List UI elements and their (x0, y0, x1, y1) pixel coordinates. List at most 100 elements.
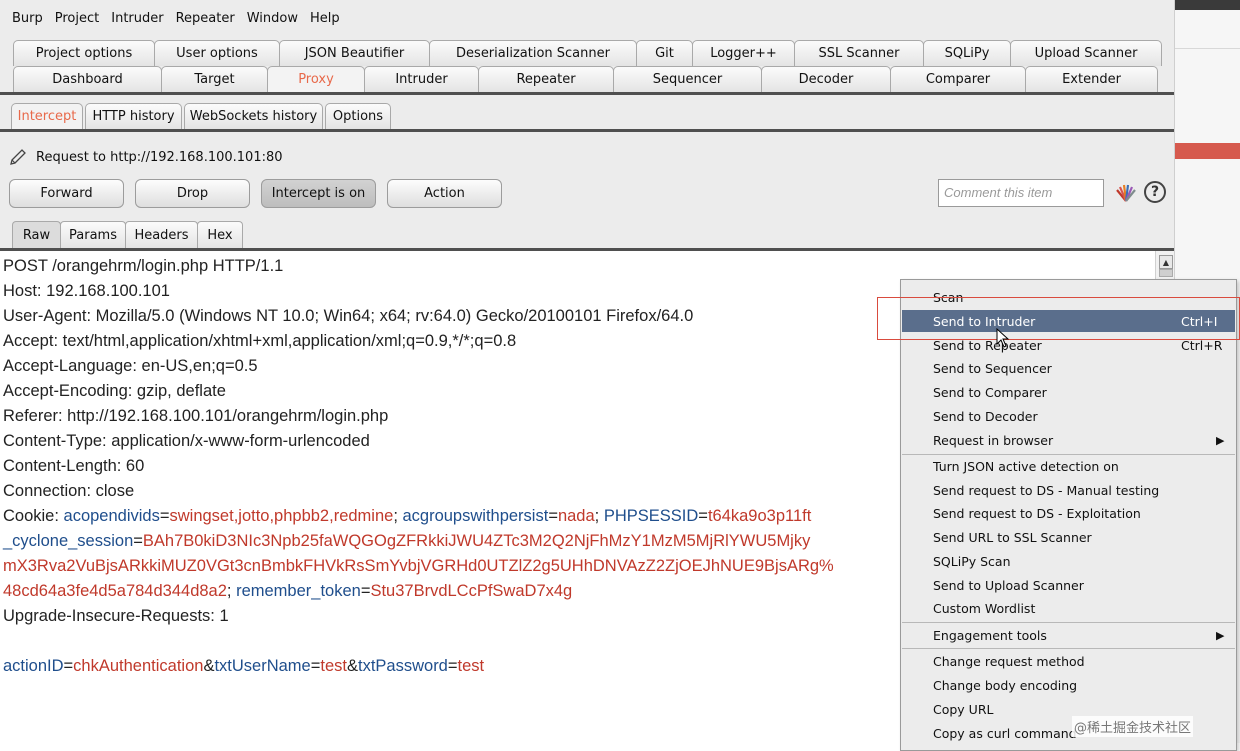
highlight-color-icon[interactable] (1114, 181, 1138, 205)
action-button[interactable]: Action (387, 179, 502, 208)
menu-item-send-to-comparer[interactable]: Send to Comparer (902, 381, 1235, 403)
cookie-sep: ; (594, 507, 604, 525)
cookie-eq: = (548, 507, 558, 525)
menu-window[interactable]: Window (241, 8, 304, 32)
menu-item-custom-wordlist[interactable]: Custom Wordlist (902, 597, 1235, 619)
cookie-label: Cookie: (3, 507, 64, 525)
tab-sequencer[interactable]: Sequencer (613, 66, 762, 92)
cookie-name: PHPSESSID (603, 507, 699, 525)
tab-user-options[interactable]: User options (154, 40, 280, 66)
header-host: Host: 192.168.100.101 (3, 282, 170, 300)
cookie-eq: = (159, 507, 170, 525)
highlight-annotation-box (877, 297, 1240, 340)
param-value: chkAuthentication (73, 657, 204, 675)
menu-item-ssl-scanner[interactable]: Send URL to SSL Scanner (902, 526, 1235, 548)
cookie-value: Stu37BrvdLCcPfSwaD7x4g (370, 582, 573, 600)
header-accept-language: Accept-Language: en-US,en;q=0.5 (3, 357, 258, 375)
tab-json-beautifier[interactable]: JSON Beautifier (279, 40, 430, 66)
scroll-thumb[interactable] (1159, 269, 1173, 277)
menu-item-request-in-browser[interactable]: Request in browser ▶ (902, 429, 1235, 451)
background-window-accent (1175, 143, 1240, 159)
tab-comparer[interactable]: Comparer (890, 66, 1026, 92)
tab-decoder[interactable]: Decoder (761, 66, 891, 92)
tab-options[interactable]: Options (325, 103, 391, 129)
tab-http-history[interactable]: HTTP history (85, 103, 182, 129)
cookie-value: t64ka9o3p11ft (707, 507, 812, 525)
tool-tabs-row1: Project options User options JSON Beauti… (13, 40, 1162, 66)
menu-item-send-to-decoder[interactable]: Send to Decoder (902, 405, 1235, 427)
cookie-name: _cyclone_session (3, 532, 134, 550)
menu-item-label: Send request to DS - Exploitation (933, 505, 1141, 521)
tab-websockets-history[interactable]: WebSockets history (184, 103, 323, 129)
intercept-toggle-button[interactable]: Intercept is on (261, 179, 376, 208)
menu-item-label: SQLiPy Scan (933, 553, 1011, 569)
menu-burp[interactable]: Burp (0, 8, 49, 32)
tab-target[interactable]: Target (161, 66, 268, 92)
param-amp: & (203, 657, 215, 675)
menu-item-change-body-encoding[interactable]: Change body encoding (902, 674, 1235, 696)
param-eq: = (63, 657, 74, 675)
menu-item-label: Send request to DS - Manual testing (933, 482, 1160, 498)
tab-intercept[interactable]: Intercept (11, 103, 83, 129)
tab-divider (0, 92, 1174, 95)
tab-dashboard[interactable]: Dashboard (13, 66, 162, 92)
menu-item-change-request-method[interactable]: Change request method (902, 650, 1235, 672)
tab-ssl-scanner[interactable]: SSL Scanner (794, 40, 924, 66)
background-window-bar (1175, 0, 1240, 10)
tab-headers[interactable]: Headers (125, 221, 198, 248)
header-upgrade-insecure: Upgrade-Insecure-Requests: 1 (3, 607, 229, 625)
cookie-eq: = (133, 532, 143, 550)
pencil-icon (10, 149, 26, 165)
tab-proxy[interactable]: Proxy (267, 66, 365, 92)
menu-item-send-to-sequencer[interactable]: Send to Sequencer (902, 357, 1235, 379)
tab-hex[interactable]: Hex (197, 221, 243, 248)
menu-item-sqlipy-scan[interactable]: SQLiPy Scan (902, 550, 1235, 572)
scroll-up-arrow-icon[interactable]: ▲ (1159, 255, 1173, 269)
menu-separator (902, 622, 1235, 623)
header-user-agent: User-Agent: Mozilla/5.0 (Windows NT 10.0… (3, 307, 694, 325)
tab-repeater[interactable]: Repeater (478, 66, 614, 92)
context-menu: Scan Send to Intruder Ctrl+I Send to Repe… (900, 279, 1237, 751)
tab-sqlipy[interactable]: SQLiPy (923, 40, 1011, 66)
subtab-divider (0, 129, 1174, 132)
param-name: actionID (3, 657, 64, 675)
menu-item-upload-scanner[interactable]: Send to Upload Scanner (902, 574, 1235, 596)
menu-item-label: Change body encoding (933, 677, 1078, 693)
menu-item-label: Send to Comparer (933, 384, 1047, 400)
watermark: @稀土掘金技术社区 (1072, 716, 1194, 737)
forward-button[interactable]: Forward (9, 179, 124, 208)
menu-item-label: Engagement tools (933, 627, 1047, 643)
help-icon[interactable]: ? (1144, 181, 1166, 203)
menu-intruder[interactable]: Intruder (105, 8, 169, 32)
tab-upload-scanner[interactable]: Upload Scanner (1010, 40, 1162, 66)
tab-deserialization-scanner[interactable]: Deserialization Scanner (429, 40, 637, 66)
menu-item-turn-json-detection[interactable]: Turn JSON active detection on (902, 455, 1235, 477)
param-eq: = (310, 657, 321, 675)
menu-item-engagement-tools[interactable]: Engagement tools ▶ (902, 624, 1235, 646)
tab-params[interactable]: Params (60, 221, 126, 248)
tab-intruder[interactable]: Intruder (364, 66, 479, 92)
menu-item-label: Send to Upload Scanner (933, 577, 1084, 593)
tab-git[interactable]: Git (636, 40, 693, 66)
tab-logger[interactable]: Logger++ (692, 40, 795, 66)
menu-project[interactable]: Project (49, 8, 105, 32)
tab-extender[interactable]: Extender (1025, 66, 1158, 92)
menu-item-label: Copy as curl command (933, 725, 1077, 741)
request-info: Request to http://192.168.100.101:80 (8, 147, 283, 167)
menu-repeater[interactable]: Repeater (170, 8, 241, 32)
tab-project-options[interactable]: Project options (13, 40, 155, 66)
menu-item-label: Turn JSON active detection on (933, 458, 1119, 474)
cookie-name: remember_token (236, 582, 361, 600)
menu-item-ds-manual-testing[interactable]: Send request to DS - Manual testing (902, 479, 1235, 501)
menu-help[interactable]: Help (304, 8, 346, 32)
param-amp: & (346, 657, 358, 675)
tab-raw[interactable]: Raw (12, 221, 61, 248)
menu-item-ds-exploitation[interactable]: Send request to DS - Exploitation (902, 502, 1235, 524)
request-target-label: Request to http://192.168.100.101:80 (36, 149, 283, 165)
menu-item-label: Custom Wordlist (933, 600, 1036, 616)
comment-input[interactable]: Comment this item (938, 179, 1104, 207)
menu-item-label: Send to Sequencer (933, 360, 1052, 376)
menu-item-label: Send URL to SSL Scanner (933, 529, 1092, 545)
drop-button[interactable]: Drop (135, 179, 250, 208)
header-accept: Accept: text/html,application/xhtml+xml,… (3, 332, 517, 350)
